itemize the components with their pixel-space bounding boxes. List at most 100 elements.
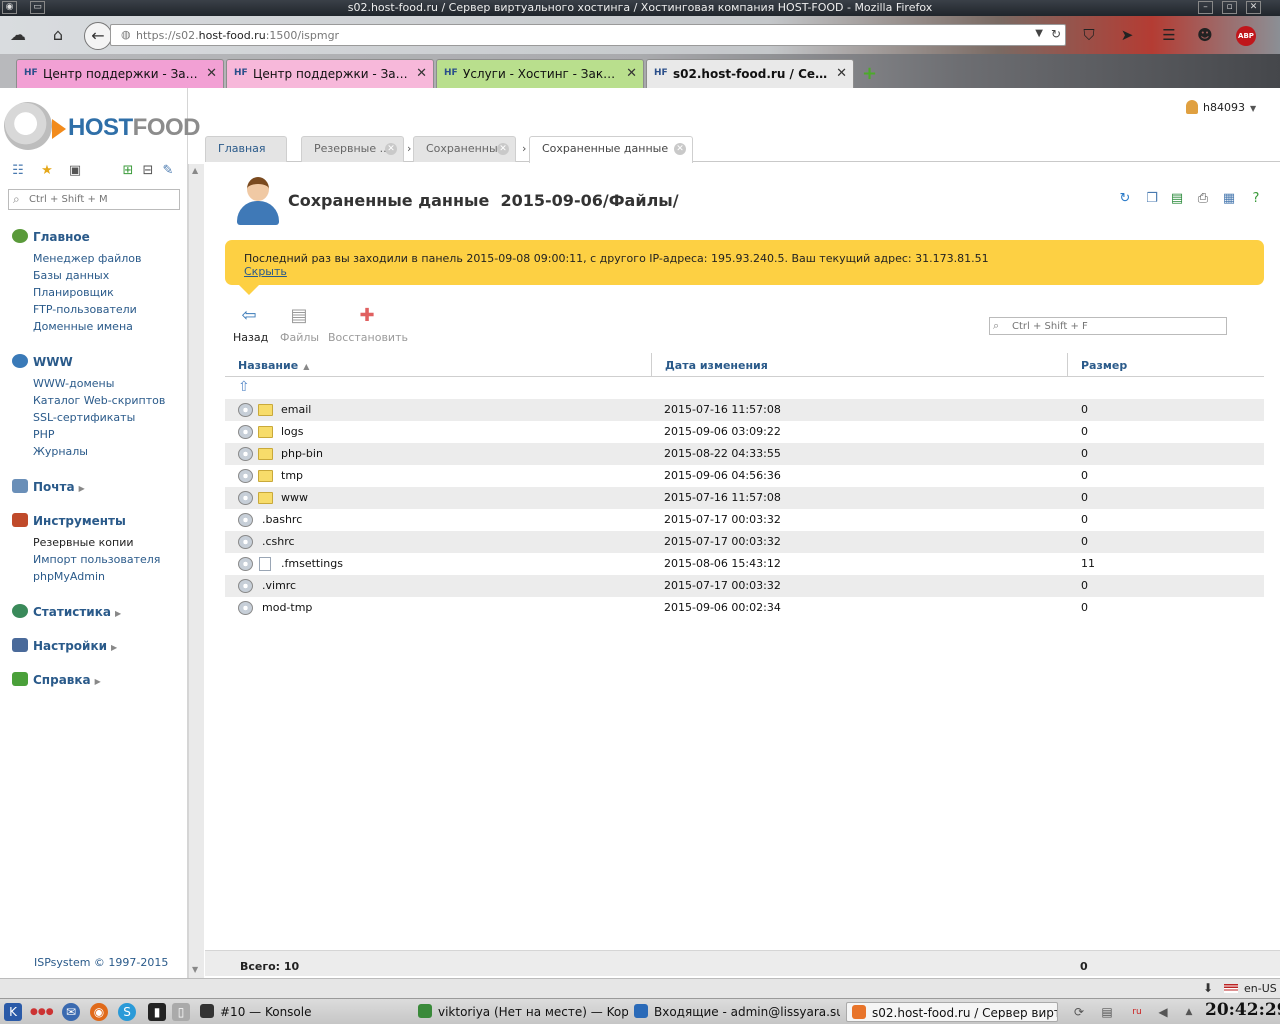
breadcrumb-saved-data[interactable]: Сохраненные данные ✕ — [529, 136, 693, 163]
scroll-down-icon[interactable]: ▼ — [192, 965, 198, 974]
sidebar-search[interactable]: ⌕ — [8, 189, 180, 210]
menu-section-main[interactable]: Главное — [12, 229, 90, 244]
breadcrumb-saved[interactable]: Сохраненны... ✕ — [413, 136, 516, 162]
breadcrumb-home[interactable]: Главная — [205, 136, 287, 162]
task-firefox[interactable]: s02.host-food.ru / Сервер виртуал — [846, 1002, 1058, 1022]
menu-item-www-domains[interactable]: WWW-домены — [33, 377, 114, 390]
kde-start-icon[interactable]: K — [4, 1003, 22, 1021]
chat-icon[interactable]: ☻ — [1194, 24, 1216, 46]
restore-button[interactable]: ✚ Восстановить — [328, 305, 408, 344]
table-row[interactable]: www 2015-07-16 11:57:08 0 — [225, 487, 1264, 509]
close-crumb-icon[interactable]: ✕ — [385, 143, 397, 155]
sidebar-scrollbar[interactable]: ▲ ▼ — [188, 164, 204, 978]
menu-section-www[interactable]: WWW — [12, 354, 73, 369]
breadcrumb-backups[interactable]: Резервные ... ✕ — [301, 136, 404, 162]
menu-item-scheduler[interactable]: Планировщик — [33, 286, 114, 299]
history-icon[interactable]: ☁ — [6, 24, 30, 46]
close-crumb-icon[interactable]: ✕ — [497, 143, 509, 155]
table-row[interactable]: email 2015-07-16 11:57:08 0 — [225, 399, 1264, 421]
thunderbird-icon[interactable]: ✉ — [62, 1003, 80, 1021]
browser-tab[interactable]: HF Услуги - Хостинг - Заказы -... ✕ — [436, 59, 644, 88]
table-settings-icon[interactable]: ▦ — [1221, 191, 1237, 207]
table-row[interactable]: .fmsettings 2015-08-06 15:43:12 11 — [225, 553, 1264, 575]
user-menu[interactable]: h84093 ▼ — [1186, 100, 1256, 114]
browser-tab[interactable]: HF Центр поддержки - Запрос... ✕ — [226, 59, 434, 88]
print-icon[interactable]: ⎙ — [1195, 191, 1211, 207]
menu-item-file-manager[interactable]: Менеджер файлов — [33, 252, 142, 265]
files-button[interactable]: ▤ Файлы — [280, 305, 319, 344]
briefcase-icon[interactable]: ▣ — [67, 163, 83, 179]
task-thunderbird[interactable]: Входящие - admin@lissyara.su - M — [634, 1002, 840, 1022]
volume-icon[interactable]: ◀ — [1154, 1003, 1172, 1021]
clipboard-icon[interactable]: ▤ — [1098, 1003, 1116, 1021]
url-bar[interactable]: ◍ https://s02.host-food.ru:1500/ispmgr ▼… — [110, 24, 1066, 46]
browser-tab-active[interactable]: HF s02.host-food.ru / Серв... ✕ — [646, 59, 854, 88]
menu-section-help[interactable]: Справка ▶ — [12, 672, 101, 687]
column-header-date[interactable]: Дата изменения — [651, 353, 1066, 377]
close-tab-icon[interactable]: ✕ — [836, 66, 847, 81]
menu-item-php[interactable]: PHP — [33, 428, 55, 441]
close-tab-icon[interactable]: ✕ — [626, 66, 637, 81]
copy-icon[interactable]: ❐ — [1144, 191, 1160, 207]
network-icon[interactable]: ⟳ — [1070, 1003, 1088, 1021]
clock[interactable]: 20:42:29 — [1205, 1000, 1280, 1020]
table-search[interactable]: ⌕ — [989, 317, 1227, 335]
activities-icon[interactable]: ●●● — [30, 1003, 54, 1021]
back-button[interactable]: ⇦ Назад — [233, 305, 268, 344]
close-crumb-icon[interactable]: ✕ — [674, 143, 686, 155]
menu-section-statistics[interactable]: Статистика ▶ — [12, 604, 121, 619]
menu-item-ftp-users[interactable]: FTP-пользователи — [33, 303, 137, 316]
menu-item-import-user[interactable]: Импорт пользователя — [33, 553, 160, 566]
pocket-icon[interactable]: ⛉ — [1078, 24, 1100, 46]
firefox-icon[interactable]: ◉ — [90, 1003, 108, 1021]
menu-icon[interactable]: ☰ — [1158, 24, 1180, 46]
keyboard-layout[interactable]: ru — [1126, 1003, 1148, 1021]
excel-export-icon[interactable]: ▤ — [1169, 191, 1185, 207]
favorites-star-icon[interactable]: ★ — [39, 163, 55, 179]
table-row[interactable]: tmp 2015-09-06 04:56:36 0 — [225, 465, 1264, 487]
close-tab-icon[interactable]: ✕ — [206, 66, 217, 81]
table-row[interactable]: logs 2015-09-06 03:09:22 0 — [225, 421, 1264, 443]
desktop-icon[interactable]: ▯ — [172, 1003, 190, 1021]
download-icon[interactable]: ⬇ — [1203, 981, 1213, 995]
table-row[interactable]: php-bin 2015-08-22 04:33:55 0 — [225, 443, 1264, 465]
column-header-size[interactable]: Размер — [1067, 353, 1264, 377]
table-row-parent[interactable]: ⇧ — [225, 377, 1264, 399]
send-icon[interactable]: ➤ — [1116, 24, 1138, 46]
skype-icon[interactable]: S — [118, 1003, 136, 1021]
reload-icon[interactable]: ↻ — [1051, 27, 1061, 41]
menu-section-settings[interactable]: Настройки ▶ — [12, 638, 117, 653]
column-header-name[interactable]: Название ▲ — [238, 353, 648, 377]
back-button[interactable]: ← — [84, 22, 112, 50]
refresh-icon[interactable]: ↻ — [1117, 191, 1133, 207]
adblock-icon[interactable]: ABP — [1236, 26, 1256, 46]
hide-notice-link[interactable]: Скрыть — [244, 265, 287, 278]
minimize-icon[interactable]: – — [1198, 1, 1213, 14]
collapse-all-icon[interactable]: ⊟ — [140, 163, 156, 179]
table-row[interactable]: .bashrc 2015-07-17 00:03:32 0 — [225, 509, 1264, 531]
sidebar-footer[interactable]: ISPsystem © 1997-2015 — [34, 956, 168, 969]
menu-item-ssl[interactable]: SSL-сертификаты — [33, 411, 135, 424]
tray-expand-icon[interactable]: ▲ — [1180, 1003, 1198, 1021]
task-konsole[interactable]: #10 — Konsole — [200, 1002, 400, 1022]
pin-icon[interactable]: ✎ — [160, 163, 176, 179]
close-window-icon[interactable]: ✕ — [1246, 1, 1261, 14]
terminal-icon[interactable]: ▮ — [148, 1003, 166, 1021]
menu-section-mail[interactable]: Почта ▶ — [12, 479, 85, 494]
url-dropdown-icon[interactable]: ▼ — [1035, 28, 1043, 39]
menu-item-web-scripts[interactable]: Каталог Web-скриптов — [33, 394, 165, 407]
menu-section-tools[interactable]: Инструменты — [12, 513, 126, 528]
maximize-icon[interactable]: ▫ — [1222, 1, 1237, 14]
expand-all-icon[interactable]: ⊞ — [120, 163, 136, 179]
table-row[interactable]: mod-tmp 2015-09-06 00:02:34 0 — [225, 597, 1264, 619]
locale-label[interactable]: en-US — [1244, 982, 1277, 995]
menu-item-logs[interactable]: Журналы — [33, 445, 88, 458]
menu-item-databases[interactable]: Базы данных — [33, 269, 109, 282]
table-search-input[interactable] — [1012, 319, 1222, 333]
new-tab-icon[interactable]: + — [862, 63, 877, 84]
menu-item-domain-names[interactable]: Доменные имена — [33, 320, 133, 333]
table-row[interactable]: .cshrc 2015-07-17 00:03:32 0 — [225, 531, 1264, 553]
sidebar-search-input[interactable] — [29, 192, 175, 207]
close-tab-icon[interactable]: ✕ — [416, 66, 427, 81]
menu-item-phpmyadmin[interactable]: phpMyAdmin — [33, 570, 105, 583]
